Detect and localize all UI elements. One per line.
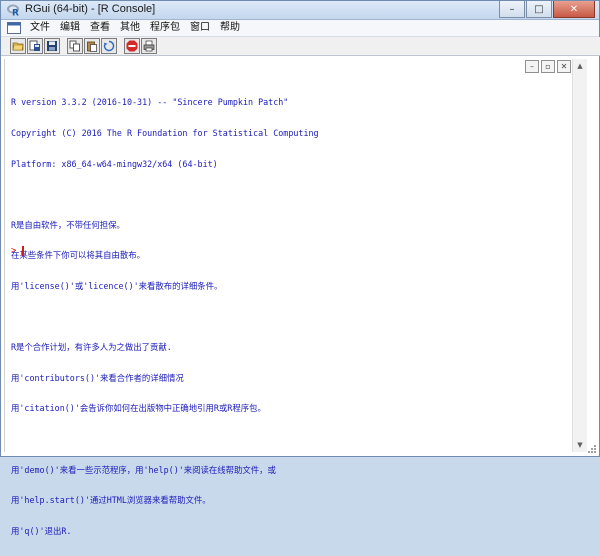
resize-grip-icon[interactable] (587, 444, 597, 454)
console-line: 在某些条件下你可以将其自由散布。 (11, 250, 145, 261)
menu-packages[interactable]: 程序包 (145, 20, 185, 36)
load-workspace-icon (29, 40, 40, 51)
print-icon (143, 40, 155, 52)
console-line: 用'license()'或'licence()'来看散布的详细条件。 (11, 280, 223, 291)
paste-icon (87, 41, 97, 52)
menu-windows[interactable]: 窗口 (185, 20, 215, 36)
console-minimize-button[interactable]: – (525, 60, 539, 73)
menu-edit[interactable]: 编辑 (55, 20, 85, 36)
stop-icon (126, 40, 138, 52)
toolbar (1, 37, 600, 56)
console-line: 用'contributors()'来看合作者的详细情况 (11, 372, 184, 383)
console-window-controls: – ▫ ✕ (523, 60, 571, 73)
console-line: Platform: x86_64-w64-mingw32/x64 (64-bit… (11, 158, 218, 169)
title-bar[interactable]: R RGui (64-bit) - [R Console] – □ ✕ (1, 1, 599, 20)
console-output: R version 3.3.2 (2016-10-31) -- "Sincere… (11, 77, 571, 556)
console-line: R是自由软件，不带任何担保。 (11, 219, 125, 230)
copy-paste-icon (103, 40, 115, 52)
load-workspace-button[interactable] (27, 38, 43, 54)
console-line: 用'demo()'来看一些示范程序，用'help()'来阅读在线帮助文件，或 (11, 464, 276, 475)
svg-text:R: R (12, 9, 19, 18)
prompt-symbol: > (11, 246, 17, 256)
menu-help[interactable]: 帮助 (215, 20, 245, 36)
paste-button[interactable] (84, 38, 100, 54)
r-logo-icon: R (7, 4, 19, 18)
open-script-icon (12, 42, 24, 51)
console-window-icon[interactable] (7, 22, 21, 34)
text-cursor (22, 246, 24, 256)
close-button[interactable]: ✕ (553, 1, 595, 18)
console-line: R version 3.3.2 (2016-10-31) -- "Sincere… (11, 97, 289, 108)
vertical-scrollbar[interactable]: ▲ ▼ (572, 59, 587, 452)
print-button[interactable] (141, 38, 157, 54)
window-title: RGui (64-bit) - [R Console] (25, 3, 156, 15)
copy-button[interactable] (67, 38, 83, 54)
scroll-up-arrow-icon[interactable]: ▲ (573, 59, 587, 73)
stop-button[interactable] (124, 38, 140, 54)
r-console[interactable]: – ▫ ✕ R version 3.3.2 (2016-10-31) -- "S… (4, 59, 587, 536)
menu-bar: 文件 编辑 查看 其他 程序包 窗口 帮助 (1, 20, 599, 37)
save-workspace-button[interactable] (44, 38, 60, 54)
menu-view[interactable]: 查看 (85, 20, 115, 36)
console-line: R是个合作计划，有许多人为之做出了贡献. (11, 342, 172, 353)
console-prompt-line[interactable]: > (11, 246, 24, 256)
save-workspace-icon (47, 41, 57, 51)
copy-icon (69, 40, 80, 52)
console-line: 用'help.start()'通过HTML浏览器来看帮助文件。 (11, 495, 211, 506)
rgui-window: R RGui (64-bit) - [R Console] – □ ✕ 文件 编… (0, 0, 600, 536)
console-restore-button[interactable]: ▫ (541, 60, 555, 73)
copy-paste-button[interactable] (101, 38, 117, 54)
mdi-client-area: – ▫ ✕ R version 3.3.2 (2016-10-31) -- "S… (1, 56, 599, 536)
menu-file[interactable]: 文件 (25, 20, 55, 36)
menu-misc[interactable]: 其他 (115, 20, 145, 36)
console-line: 用'citation()'会告诉你如何在出版物中正确地引用R或R程序包。 (11, 403, 266, 414)
open-script-button[interactable] (10, 38, 26, 54)
scroll-down-arrow-icon[interactable]: ▼ (573, 438, 587, 452)
maximize-button[interactable]: □ (526, 1, 552, 18)
minimize-button[interactable]: – (499, 1, 525, 18)
console-line: Copyright (C) 2016 The R Foundation for … (11, 128, 319, 138)
window-controls: – □ ✕ (498, 1, 595, 18)
console-close-button[interactable]: ✕ (557, 60, 571, 73)
console-line: 用'q()'退出R. (11, 525, 72, 536)
